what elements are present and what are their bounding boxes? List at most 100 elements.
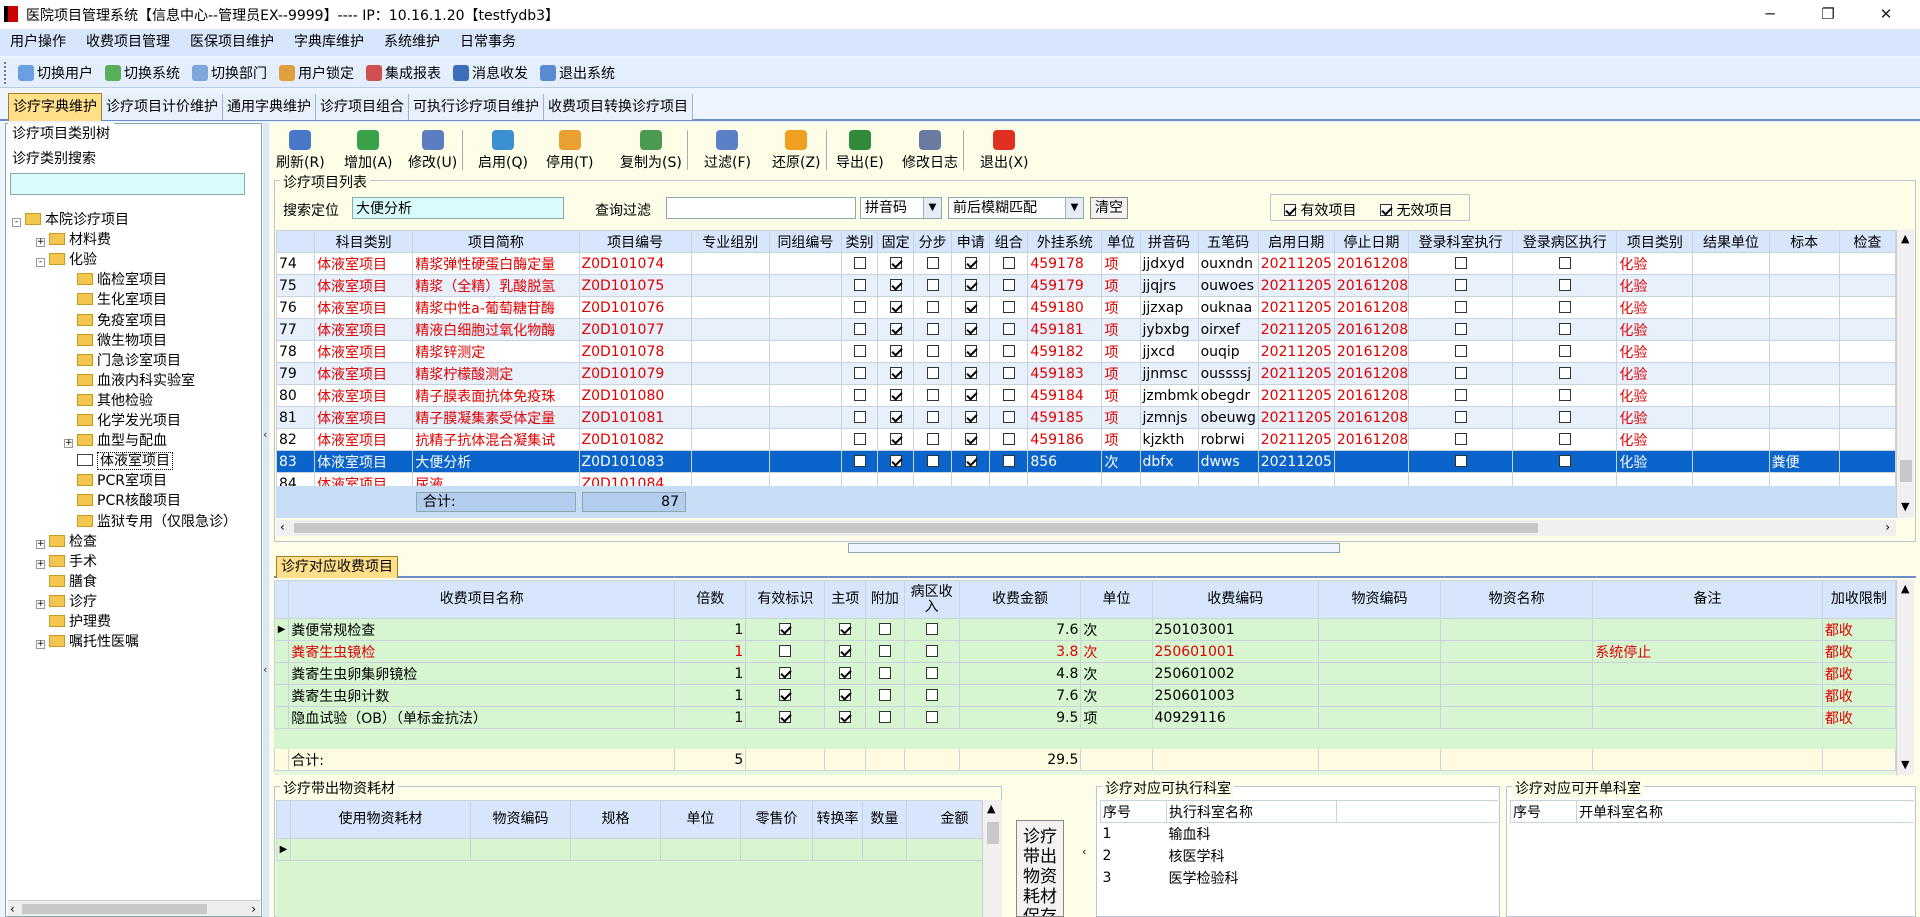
- grid-cell[interactable]: [877, 318, 915, 341]
- grid-checkbox[interactable]: [1558, 366, 1571, 379]
- column-header[interactable]: 单位: [660, 800, 741, 839]
- grid-checkbox[interactable]: [964, 432, 977, 445]
- grid-checkbox[interactable]: [1454, 300, 1467, 313]
- column-header[interactable]: 收费编码: [1151, 580, 1320, 619]
- column-header[interactable]: 标本: [1768, 230, 1840, 253]
- grid-checkbox[interactable]: [889, 366, 902, 379]
- action-button-7[interactable]: 还原(Z): [772, 128, 827, 172]
- column-header[interactable]: 拼音码: [1139, 230, 1199, 253]
- grid-checkbox[interactable]: [889, 256, 902, 269]
- item-grid-hscrollbar[interactable]: ‹ ›: [276, 520, 1896, 536]
- grid-checkbox[interactable]: [1558, 454, 1571, 467]
- grid-checkbox[interactable]: [926, 278, 939, 291]
- grid-checkbox[interactable]: [1002, 278, 1015, 291]
- charge-ward-cell[interactable]: [903, 706, 960, 729]
- charge-row[interactable]: ▶ 粪便常规检查 1 7.6 次 250103001 都收: [274, 618, 1896, 641]
- grid-cell[interactable]: [840, 450, 879, 473]
- menu-item-2[interactable]: 医保项目维护: [180, 29, 284, 56]
- grid-cell[interactable]: [989, 362, 1029, 385]
- grid-cell[interactable]: [913, 318, 953, 341]
- expand-icon[interactable]: +: [36, 238, 45, 248]
- grid-cell[interactable]: [877, 296, 915, 319]
- materials-vscrollbar[interactable]: ▲: [982, 800, 1002, 917]
- grid-checkbox[interactable]: [1558, 256, 1571, 269]
- grid-cell[interactable]: [1512, 450, 1618, 473]
- grid-checkbox[interactable]: [1558, 432, 1571, 445]
- grid-checkbox[interactable]: [853, 322, 866, 335]
- scroll-up-icon[interactable]: ▲: [987, 802, 995, 815]
- column-header[interactable]: 收费项目名称: [288, 580, 676, 619]
- grid-cell[interactable]: [1512, 384, 1618, 407]
- tab-0[interactable]: 诊疗字典维护: [8, 93, 102, 121]
- column-header[interactable]: 序号: [1100, 800, 1167, 823]
- tree-node[interactable]: + 诊疗: [36, 592, 97, 612]
- tab-charge-items[interactable]: 诊疗对应收费项目: [276, 556, 398, 578]
- grid-checkbox[interactable]: [839, 622, 852, 635]
- item-row[interactable]: 82 体液室项目 抗精子抗体混合凝集试 Z0D101082 459186 项 kjzkth r…: [276, 428, 1896, 451]
- grid-cell[interactable]: [877, 362, 915, 385]
- tree-node[interactable]: + 血型与配血: [64, 431, 167, 451]
- item-row[interactable]: 78 体液室项目 精浆锌测定 Z0D101078 459182 项 jjxcd ouqip 20…: [276, 340, 1896, 363]
- grid-cell[interactable]: [840, 340, 879, 363]
- column-header[interactable]: 开单科室名称: [1576, 800, 1914, 823]
- grid-checkbox[interactable]: [926, 432, 939, 445]
- grid-checkbox[interactable]: [889, 388, 902, 401]
- charge-row[interactable]: 隐血试验（OB）（单标金抗法） 1 9.5 项 40929116 都收: [274, 706, 1896, 729]
- grid-checkbox[interactable]: [926, 344, 939, 357]
- grid-checkbox[interactable]: [926, 410, 939, 423]
- menu-item-0[interactable]: 用户操作: [0, 29, 76, 56]
- column-header[interactable]: 结果单位: [1692, 230, 1770, 253]
- grid-checkbox[interactable]: [889, 344, 902, 357]
- toolbar-button-6[interactable]: 退出系统: [534, 58, 621, 88]
- column-header[interactable]: 有效标识: [745, 580, 826, 619]
- column-header[interactable]: 物资名称: [1439, 580, 1594, 619]
- grid-checkbox[interactable]: [878, 644, 891, 657]
- grid-checkbox[interactable]: [964, 256, 977, 269]
- collapse-icon[interactable]: -: [36, 258, 45, 268]
- expand-icon[interactable]: +: [64, 439, 73, 449]
- exec-dept-row[interactable]: 2 核医学科: [1101, 845, 1499, 867]
- column-header[interactable]: 申请: [951, 230, 991, 253]
- grid-cell[interactable]: [913, 428, 953, 451]
- grid-checkbox[interactable]: [926, 366, 939, 379]
- grid-checkbox[interactable]: [878, 710, 891, 723]
- grid-checkbox[interactable]: [1454, 278, 1467, 291]
- grid-checkbox[interactable]: [853, 256, 866, 269]
- grid-cell[interactable]: [951, 318, 991, 341]
- action-button-2[interactable]: 修改(U): [408, 128, 464, 172]
- grid-cell[interactable]: [1407, 296, 1514, 319]
- charge-add-cell[interactable]: [865, 640, 905, 663]
- exec-dept-row[interactable]: 1 输血科: [1101, 823, 1499, 845]
- menu-item-1[interactable]: 收费项目管理: [76, 29, 180, 56]
- column-header[interactable]: 收费金额: [958, 580, 1082, 619]
- column-header[interactable]: 倍数: [674, 580, 747, 619]
- tree-node[interactable]: 护理费: [36, 612, 111, 632]
- scroll-down-icon[interactable]: ▼: [1901, 758, 1909, 771]
- tree-node[interactable]: + 手术: [36, 552, 97, 572]
- grid-checkbox[interactable]: [1558, 278, 1571, 291]
- grid-cell[interactable]: [951, 252, 991, 275]
- grid-cell[interactable]: [1512, 428, 1618, 451]
- scroll-right-icon[interactable]: ›: [1885, 520, 1890, 534]
- grid-checkbox[interactable]: [779, 644, 792, 657]
- grid-checkbox[interactable]: [779, 622, 792, 635]
- scroll-down-icon[interactable]: ▼: [1901, 500, 1909, 513]
- grid-cell[interactable]: [840, 362, 879, 385]
- grid-cell[interactable]: [951, 296, 991, 319]
- item-row[interactable]: 80 体液室项目 精子膜表面抗体免疫珠 Z0D101080 459184 项 jzmbmk o…: [276, 384, 1896, 407]
- grid-checkbox[interactable]: [1454, 388, 1467, 401]
- tree-node[interactable]: PCR室项目: [64, 471, 167, 491]
- item-grid-vscrollbar[interactable]: ▲ ▼: [1896, 230, 1914, 518]
- expand-icon[interactable]: +: [36, 599, 45, 609]
- toolbar-button-5[interactable]: 消息收发: [447, 58, 534, 88]
- match-mode-select[interactable]: 前后模糊匹配 ▼: [948, 197, 1084, 219]
- grid-checkbox[interactable]: [853, 410, 866, 423]
- grid-checkbox[interactable]: [925, 644, 938, 657]
- chevron-down-icon[interactable]: ▼: [1065, 198, 1083, 218]
- column-header[interactable]: 备注: [1592, 580, 1823, 619]
- tab-3[interactable]: 诊疗项目组合: [316, 94, 409, 120]
- grid-checkbox[interactable]: [1454, 454, 1467, 467]
- grid-cell[interactable]: [1512, 362, 1618, 385]
- grid-cell[interactable]: [1407, 274, 1514, 297]
- grid-checkbox[interactable]: [1558, 344, 1571, 357]
